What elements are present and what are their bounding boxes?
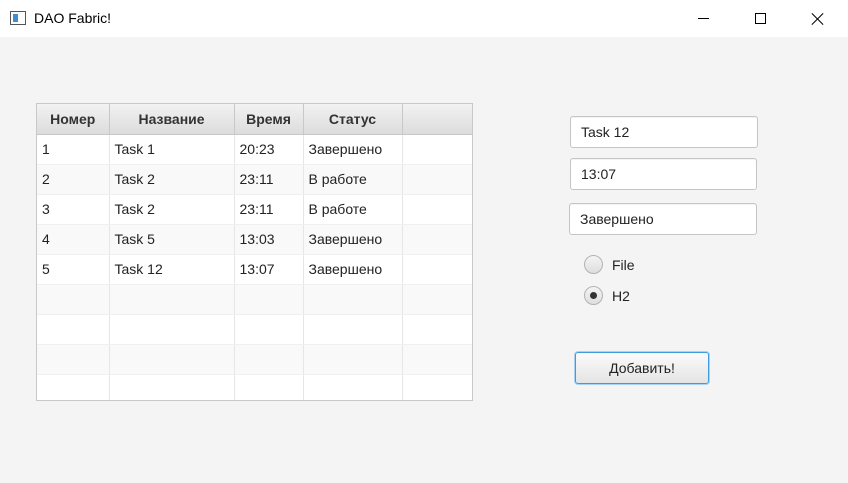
cell-number: 2 (37, 164, 110, 195)
cell-name: Task 2 (109, 194, 235, 225)
table-row[interactable] (37, 284, 472, 315)
table-row[interactable]: 3 Task 2 23:11 В работе (37, 194, 472, 225)
column-header-time[interactable]: Время (234, 104, 304, 135)
close-icon (811, 12, 825, 26)
cell-time: 13:03 (234, 224, 304, 255)
minimize-icon (697, 18, 709, 19)
radio-h2[interactable]: H2 (584, 286, 630, 305)
cell-extra (402, 284, 472, 315)
cell-number (37, 374, 110, 400)
cell-time (234, 284, 304, 315)
cell-status (303, 284, 403, 315)
table-row[interactable]: 5 Task 12 13:07 Завершено (37, 254, 472, 285)
add-button[interactable]: Добавить! (575, 352, 709, 384)
cell-status (303, 344, 403, 375)
cell-extra (402, 194, 472, 225)
cell-status: Завершено (303, 224, 403, 255)
cell-time (234, 314, 304, 345)
minimize-button[interactable] (680, 0, 726, 37)
task-table[interactable]: Номер Название Время Статус 1 Task 1 20:23… (36, 103, 473, 401)
cell-extra (402, 164, 472, 195)
cell-status (303, 314, 403, 345)
maximize-button[interactable] (737, 0, 783, 37)
cell-extra (402, 224, 472, 255)
cell-name (109, 374, 235, 400)
table-row[interactable]: 1 Task 1 20:23 Завершено (37, 134, 472, 165)
cell-extra (402, 254, 472, 285)
cell-number: 1 (37, 134, 110, 165)
cell-name (109, 314, 235, 345)
cell-extra (402, 134, 472, 165)
table-row[interactable] (37, 374, 472, 400)
column-header-status[interactable]: Статус (303, 104, 403, 135)
table-row[interactable]: 2 Task 2 23:11 В работе (37, 164, 472, 195)
radio-file[interactable]: File (584, 255, 635, 274)
cell-number: 3 (37, 194, 110, 225)
column-header-empty[interactable] (402, 104, 472, 135)
cell-time: 13:07 (234, 254, 304, 285)
cell-number: 4 (37, 224, 110, 255)
table-header-row: Номер Название Время Статус (37, 104, 472, 135)
cell-time: 20:23 (234, 134, 304, 165)
cell-time: 23:11 (234, 194, 304, 225)
table-row[interactable] (37, 344, 472, 375)
cell-extra (402, 344, 472, 375)
cell-status: В работе (303, 164, 403, 195)
cell-name (109, 284, 235, 315)
task-time-field[interactable] (570, 158, 757, 190)
cell-name: Task 12 (109, 254, 235, 285)
title-bar: DAO Fabric! (0, 0, 848, 37)
cell-number: 5 (37, 254, 110, 285)
radio-h2-indicator[interactable] (584, 286, 603, 305)
cell-status (303, 374, 403, 400)
cell-extra (402, 374, 472, 400)
cell-status: В работе (303, 194, 403, 225)
maximize-icon (754, 13, 766, 24)
cell-extra (402, 314, 472, 345)
cell-time (234, 374, 304, 400)
cell-number (37, 284, 110, 315)
task-name-field[interactable] (570, 116, 758, 148)
close-button[interactable] (795, 0, 841, 37)
column-header-number[interactable]: Номер (37, 104, 110, 135)
table-row[interactable]: 4 Task 5 13:03 Завершено (37, 224, 472, 255)
radio-h2-label: H2 (612, 287, 630, 304)
cell-status: Завершено (303, 254, 403, 285)
table-row[interactable] (37, 314, 472, 345)
cell-name: Task 5 (109, 224, 235, 255)
cell-status: Завершено (303, 134, 403, 165)
task-status-field[interactable] (569, 203, 757, 235)
radio-file-label: File (612, 256, 635, 273)
cell-number (37, 344, 110, 375)
cell-time (234, 344, 304, 375)
cell-name (109, 344, 235, 375)
app-icon (10, 11, 26, 25)
cell-name: Task 2 (109, 164, 235, 195)
cell-time: 23:11 (234, 164, 304, 195)
radio-file-indicator[interactable] (584, 255, 603, 274)
cell-number (37, 314, 110, 345)
column-header-name[interactable]: Название (109, 104, 235, 135)
cell-name: Task 1 (109, 134, 235, 165)
window-title: DAO Fabric! (34, 10, 112, 26)
